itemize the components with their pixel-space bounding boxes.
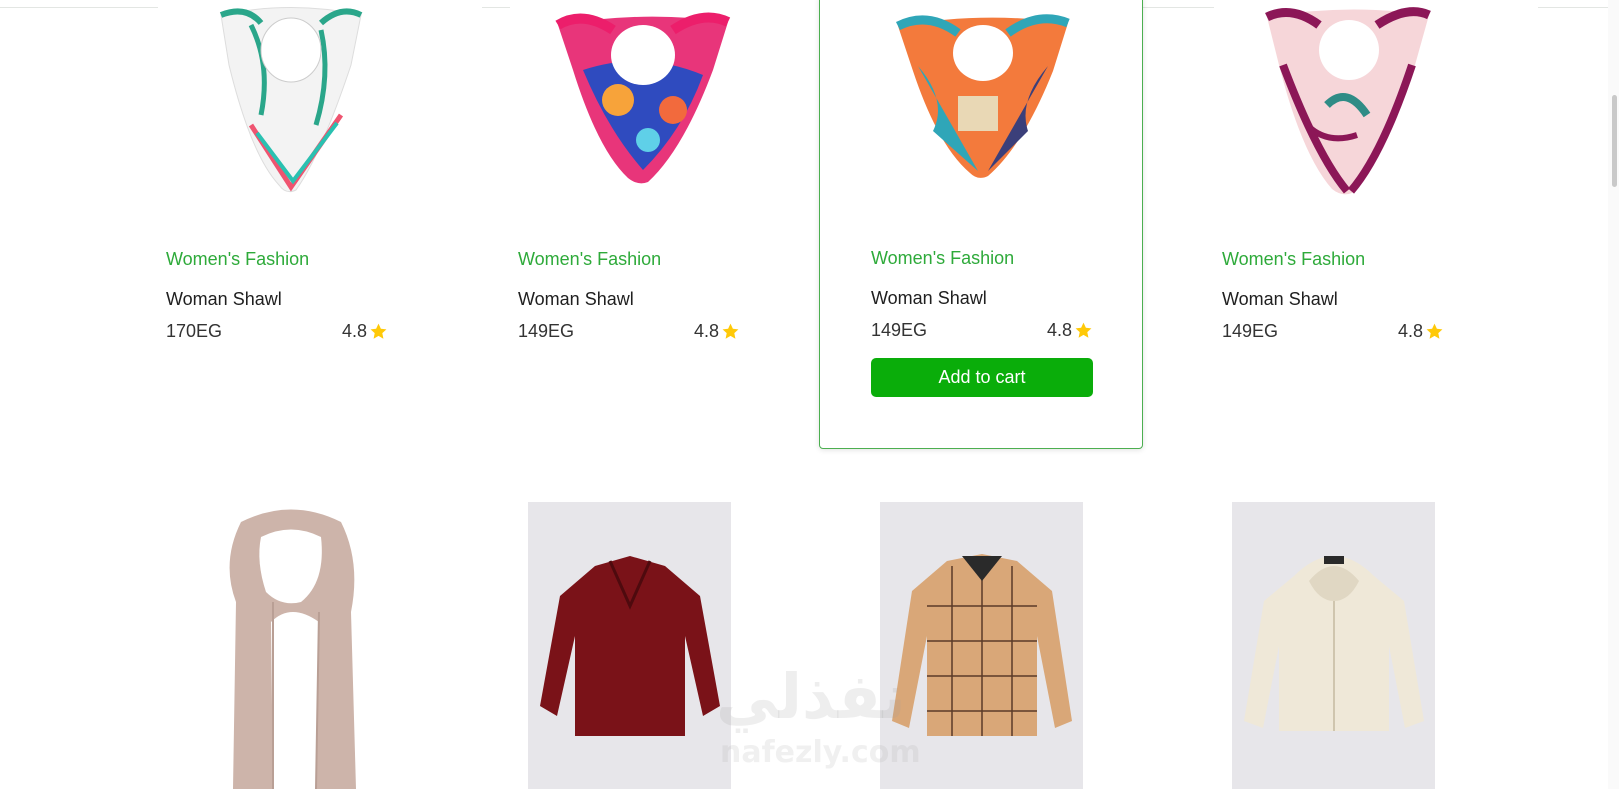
pink-blue-shawl-image [554,12,730,184]
product-image [1214,0,1479,210]
price-rating-row: 149EG 4.8 [1222,320,1444,342]
product-title[interactable]: Woman Shawl [166,288,388,310]
product-rating: 4.8 [342,320,388,342]
product-title[interactable]: Woman Shawl [871,287,1093,309]
cream-hoodie-image [1243,555,1424,731]
scrollbar-thumb[interactable] [1612,95,1617,187]
product-card[interactable]: Women's Fashion Woman Shawl 149EG 4.8 [1214,0,1538,342]
page-scrollbar[interactable] [1608,0,1619,789]
product-title[interactable]: Woman Shawl [518,288,740,310]
product-category[interactable]: Women's Fashion [166,248,388,270]
product-category[interactable]: Women's Fashion [1222,248,1444,270]
rating-value: 4.8 [341,321,367,341]
rating-value: 4.8 [693,321,719,341]
orange-teal-shawl-image [895,14,1070,178]
product-price: 170EG [166,321,223,341]
price-rating-row: 149EG 4.8 [871,319,1093,341]
floral-white-shawl-image [219,7,362,193]
product-price: 149EG [1222,321,1279,341]
product-card[interactable]: Women's Fashion Woman Shawl 170EG 4.8 [158,0,482,342]
watermark-latin: nafezly.com [720,735,921,770]
product-category[interactable]: Women's Fashion [518,248,740,270]
product-title[interactable]: Woman Shawl [1222,288,1444,310]
product-category[interactable]: Women's Fashion [871,247,1093,269]
watermark-arabic: نفذلي [716,660,906,733]
star-icon [1426,323,1443,339]
burgundy-blouse-image [539,555,720,736]
rating-value: 4.8 [1397,321,1423,341]
add-to-cart-button[interactable]: Add to cart [871,358,1093,397]
product-info: Women's Fashion Woman Shawl 149EG 4.8 [871,247,1093,341]
price-rating-row: 170EG 4.8 [166,320,388,342]
product-info: Women's Fashion Woman Shawl 149EG 4.8 [518,248,740,342]
product-card[interactable]: Women's Fashion Woman Shawl 149EG 4.8 [510,0,834,342]
product-rating: 4.8 [1398,320,1444,342]
price-rating-row: 149EG 4.8 [518,320,740,342]
product-card[interactable] [1214,502,1538,789]
product-image [510,0,775,210]
product-image [860,1,1105,201]
product-image [528,502,731,789]
burgundy-floral-shawl-image [1264,7,1431,195]
plaid-shirt-image [891,553,1072,736]
product-card[interactable]: Women's Fashion Woman Shawl 149EG 4.8 Ad… [819,0,1143,449]
product-card[interactable] [158,502,482,789]
product-info: Women's Fashion Woman Shawl 149EG 4.8 [1222,248,1444,342]
star-icon [370,323,387,339]
product-price: 149EG [871,320,928,340]
beige-scarf-image [229,509,356,789]
product-image [1232,502,1435,789]
product-image [158,502,423,789]
product-info: Women's Fashion Woman Shawl 170EG 4.8 [166,248,388,342]
rating-value: 4.8 [1046,320,1072,340]
product-rating: 4.8 [1047,319,1093,341]
product-image [158,0,423,210]
product-price: 149EG [518,321,575,341]
star-icon [1075,322,1092,338]
product-rating: 4.8 [694,320,740,342]
star-icon [722,323,739,339]
